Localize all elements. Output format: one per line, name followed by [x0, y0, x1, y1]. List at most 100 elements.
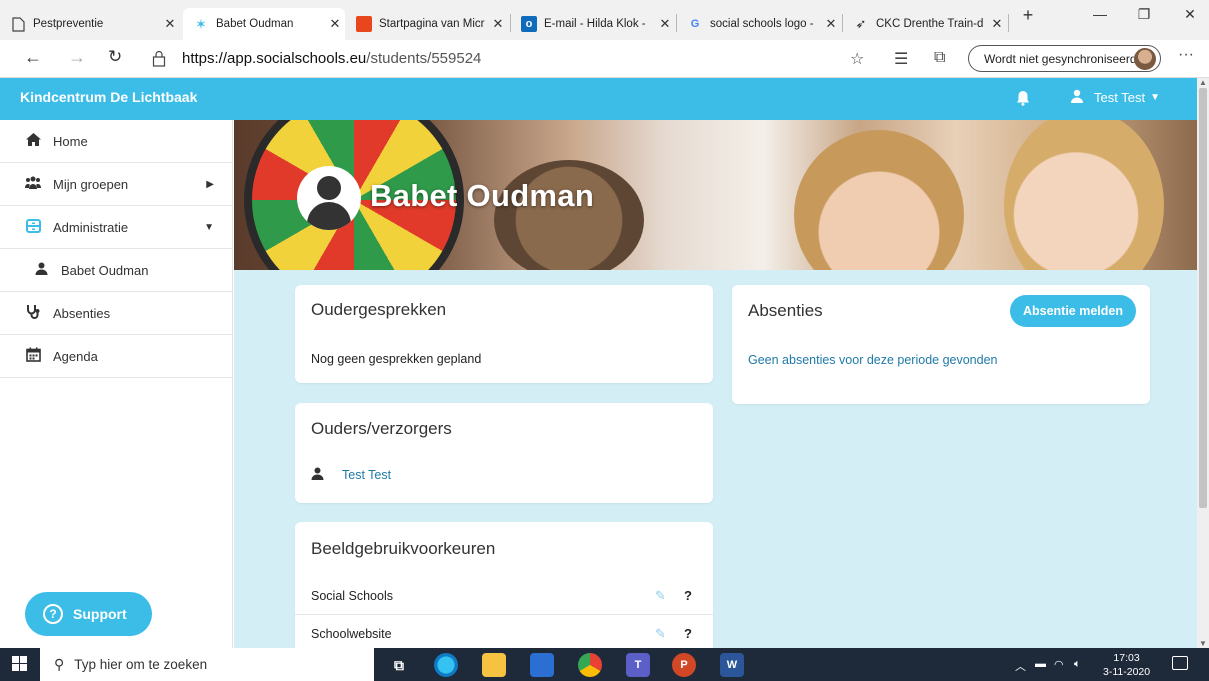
scrollbar-thumb[interactable] [1199, 88, 1207, 508]
office-icon [356, 16, 372, 32]
page-scrollbar[interactable]: ▲ ▼ [1197, 78, 1209, 648]
avatar [1134, 48, 1156, 70]
profile-sync-button[interactable]: Wordt niet gesynchroniseerd [968, 45, 1161, 72]
person-icon [1070, 89, 1084, 106]
scroll-up-icon[interactable]: ▲ [1199, 78, 1207, 87]
favorite-star-icon[interactable]: ☆ [850, 49, 864, 69]
card-title: Beeldgebruikvoorkeuren [311, 539, 496, 558]
favorites-list-icon[interactable]: ☰ [894, 49, 908, 69]
support-button[interactable]: ? Support [25, 592, 152, 636]
tab-startpagina[interactable]: Startpagina van Micr ✕ [346, 8, 508, 40]
new-tab-button[interactable]: + [1008, 5, 1048, 26]
caret-down-icon: ▼ [1150, 92, 1160, 103]
chrome-icon[interactable] [578, 653, 602, 677]
close-icon[interactable]: ✕ [325, 16, 345, 32]
app-header: Kindcentrum De Lichtbaak Test Test ▼ [0, 78, 1197, 120]
student-avatar [297, 166, 361, 230]
volume-icon[interactable]: 🔈︎ [1074, 658, 1081, 671]
card-absenties: Absenties Absentie melden Geen absenties… [732, 285, 1150, 404]
tab-google[interactable]: G social schools logo - ✕ [677, 8, 841, 40]
sidebar-item-mijn-groepen[interactable]: Mijn groepen ▶ [0, 163, 232, 206]
pencil-icon[interactable]: ✎ [655, 588, 666, 604]
sidebar-item-administratie[interactable]: Administratie ▼ [0, 206, 232, 249]
url-field[interactable]: https://app.socialschools.eu/students/55… [182, 50, 481, 67]
close-icon[interactable]: ✕ [488, 16, 508, 32]
close-window-button[interactable]: ✕ [1170, 6, 1209, 23]
wifi-icon[interactable]: ◠ [1054, 658, 1064, 671]
powerpoint-icon[interactable]: P [672, 653, 696, 677]
outlook-icon: o [521, 16, 537, 32]
socialschools-star-icon: ✶ [195, 15, 207, 32]
rocket-icon: ➶ [855, 16, 867, 31]
calendar-icon [22, 347, 44, 365]
student-name: Babet Oudman [370, 178, 595, 213]
address-bar: ← → ↻ https://app.socialschools.eu/stude… [0, 40, 1209, 78]
card-ouders-verzorgers: Ouders/verzorgers Test Test [295, 403, 713, 503]
sidebar-item-babet-oudman[interactable]: Babet Oudman [0, 249, 232, 292]
caret-down-icon: ▼ [204, 221, 214, 233]
card-title: Absenties [748, 301, 823, 320]
banner-photo-bear [494, 160, 644, 270]
teams-icon[interactable]: T [626, 653, 650, 677]
windows-start-icon[interactable] [12, 656, 28, 672]
pencil-icon[interactable]: ✎ [655, 626, 666, 642]
sidebar: Home Mijn groepen ▶ Administratie ▼ Babe… [0, 120, 233, 648]
battery-icon[interactable]: ▬ [1035, 658, 1046, 670]
card-text: Nog geen gesprekken gepland [311, 352, 482, 366]
pref-row-social-schools: Social Schools ✎ ? [295, 577, 713, 615]
tray-chevron-icon[interactable]: ︿ [1015, 658, 1026, 674]
close-icon[interactable]: ✕ [160, 16, 180, 32]
store-icon[interactable] [530, 653, 554, 677]
home-icon [22, 133, 44, 149]
main-content: Babet Oudman Oudergesprekken Nog geen ge… [234, 120, 1197, 648]
close-icon[interactable]: ✕ [821, 16, 841, 32]
edge-icon[interactable] [434, 653, 458, 677]
word-icon[interactable]: W [720, 653, 744, 677]
document-icon [10, 16, 26, 32]
tab-pestpreventie[interactable]: Pestpreventie ✕ [0, 8, 180, 40]
tab-babet-oudman[interactable]: ✶ Babet Oudman ✕ [183, 8, 345, 40]
banner-photo-child [1004, 120, 1164, 270]
sidebar-item-agenda[interactable]: Agenda [0, 335, 232, 378]
help-icon[interactable]: ? [684, 626, 692, 641]
profile-banner: Babet Oudman [234, 120, 1197, 270]
more-menu-icon[interactable]: ··· [1178, 46, 1194, 64]
card-title: Oudergesprekken [311, 300, 447, 319]
user-menu[interactable]: Test Test ▼ [1070, 89, 1160, 106]
clock[interactable]: 17:03 3-11-2020 [1103, 651, 1150, 679]
forward-arrow-icon[interactable]: → [68, 47, 86, 68]
user-name: Test Test [1094, 90, 1146, 105]
refresh-icon[interactable]: ↻ [108, 47, 122, 67]
task-view-icon[interactable]: ⧉ [387, 653, 411, 677]
person-icon [311, 467, 324, 485]
notification-icon[interactable] [1172, 656, 1188, 670]
banner-photo-child [794, 130, 964, 270]
search-icon: ⚲ [54, 656, 65, 672]
person-icon [30, 262, 52, 278]
tab-email[interactable]: o E-mail - Hilda Klok - ✕ [511, 8, 675, 40]
card-beeldgebruikvoorkeuren: Beeldgebruikvoorkeuren Social Schools ✎ … [295, 522, 713, 648]
windows-taskbar: ⚲ Typ hier om te zoeken ⧉ T P W ︿ ▬ ◠ 🔈︎… [0, 648, 1209, 681]
scroll-down-icon[interactable]: ▼ [1199, 639, 1207, 648]
file-explorer-icon[interactable] [482, 653, 506, 677]
pref-row-schoolwebsite: Schoolwebsite ✎ ? [311, 626, 692, 642]
bell-icon[interactable] [1016, 90, 1030, 111]
absentie-melden-button[interactable]: Absentie melden [1009, 295, 1136, 327]
close-icon[interactable]: ✕ [987, 16, 1007, 32]
sidebar-item-home[interactable]: Home [0, 120, 232, 163]
sidebar-item-absenties[interactable]: Absenties [0, 292, 232, 335]
school-title[interactable]: Kindcentrum De Lichtbaak [20, 89, 197, 105]
close-icon[interactable]: ✕ [655, 16, 675, 32]
help-icon[interactable]: ? [684, 588, 692, 603]
restore-button[interactable]: ❐ [1124, 6, 1164, 23]
tab-ckc-drenthe[interactable]: ➶ CKC Drenthe Train-d ✕ [843, 8, 1007, 40]
browser-tab-bar: Pestpreventie ✕ ✶ Babet Oudman ✕ Startpa… [0, 0, 1209, 40]
parent-link[interactable]: Test Test [342, 468, 391, 482]
taskbar-search-input[interactable]: ⚲ Typ hier om te zoeken [40, 648, 374, 681]
minimize-button[interactable]: — [1080, 6, 1120, 22]
card-title: Ouders/verzorgers [311, 419, 452, 438]
absenties-empty-text: Geen absenties voor deze periode gevonde… [748, 353, 998, 367]
collections-icon[interactable]: ⧉ [934, 49, 945, 67]
back-arrow-icon[interactable]: ← [24, 47, 42, 68]
group-icon [22, 176, 44, 192]
